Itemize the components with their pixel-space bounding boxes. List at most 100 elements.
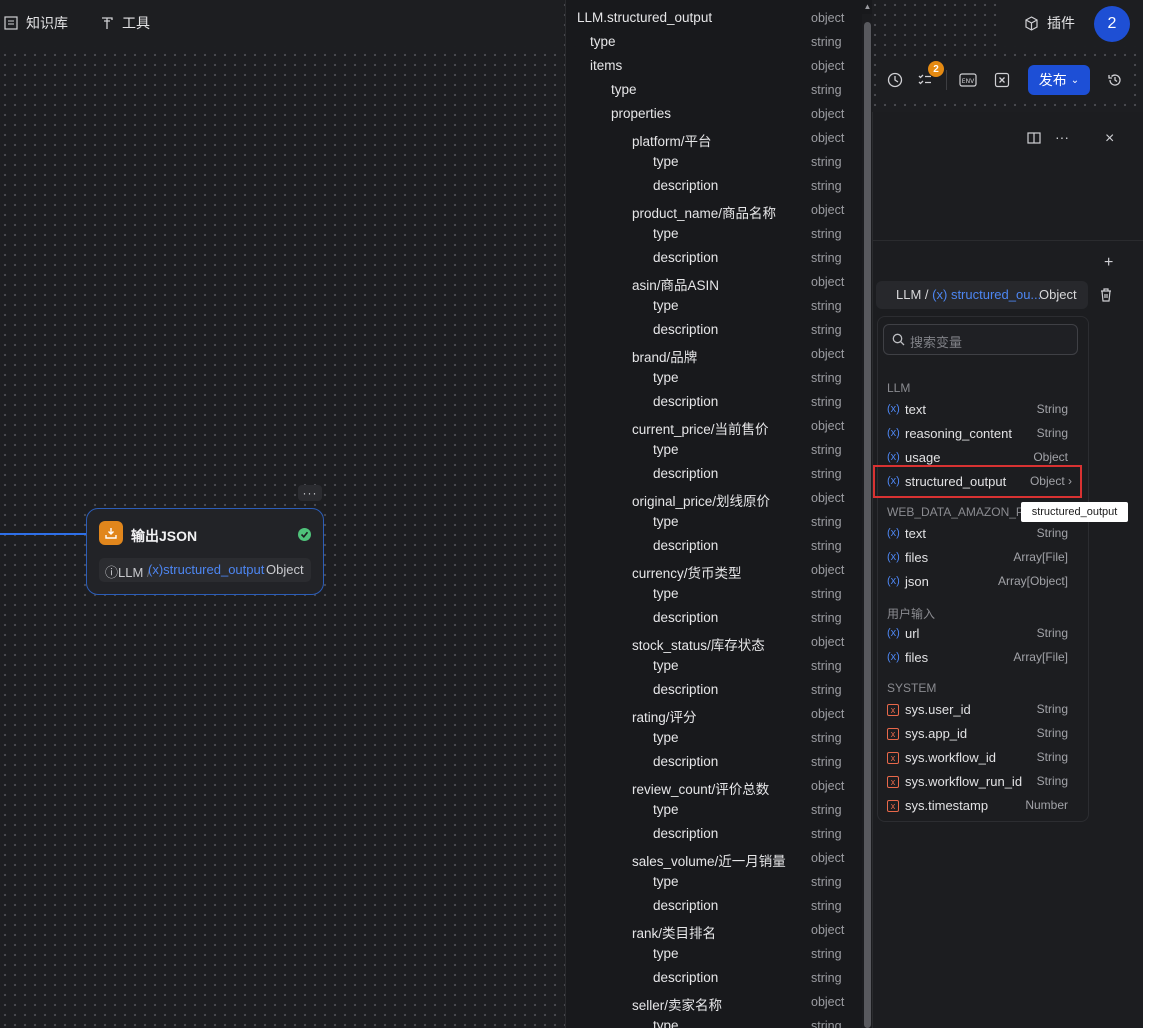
var-item[interactable]: x sys.workflow_run_id String bbox=[887, 773, 1068, 793]
tree-row-label: description bbox=[653, 970, 719, 985]
tree-row-type: string bbox=[811, 683, 842, 697]
var-item[interactable]: x sys.workflow_id String bbox=[887, 749, 1068, 769]
tree-row-type: string bbox=[811, 299, 842, 313]
variable-icon: (x) bbox=[887, 427, 900, 439]
system-variable-icon: x bbox=[887, 752, 899, 764]
variable-icon: (x) bbox=[887, 651, 900, 663]
var-item[interactable]: (x) url String bbox=[887, 625, 1068, 645]
more-icon[interactable]: ··· bbox=[1055, 129, 1069, 145]
tree-row-label: description bbox=[653, 898, 719, 913]
tree-row-label: description bbox=[653, 538, 719, 553]
var-name: structured_ou... bbox=[950, 287, 1042, 302]
tree-row-type: string bbox=[811, 179, 842, 193]
tree-row-type: string bbox=[811, 35, 842, 49]
tree-row-type: object bbox=[811, 107, 845, 121]
add-icon[interactable]: + bbox=[1104, 254, 1113, 272]
search-icon bbox=[892, 333, 905, 346]
tree-row-label: type bbox=[653, 226, 679, 241]
tree-row-label: rank/类目排名 bbox=[632, 926, 717, 941]
tree-row-label: type bbox=[611, 82, 637, 97]
group-title-system: SYSTEM bbox=[887, 681, 937, 695]
node-more-button[interactable]: ··· bbox=[298, 485, 322, 501]
tree-row-type: string bbox=[811, 899, 842, 913]
tree-row-label: product_name/商品名称 bbox=[632, 206, 777, 221]
tools-icon bbox=[102, 17, 113, 29]
tree-row-label: type bbox=[653, 514, 679, 529]
plugins-button[interactable]: 插件 bbox=[1024, 13, 1075, 33]
tooltip: structured_output bbox=[1021, 502, 1128, 522]
tree-row-type: object bbox=[811, 419, 845, 433]
node-output-variable[interactable]: ⓘLLM / (x)structured_output Object bbox=[99, 558, 311, 582]
var-item[interactable]: (x) text String bbox=[887, 525, 1068, 545]
node-var-source: ⓘLLM / bbox=[105, 565, 151, 580]
tree-row-label: platform/平台 bbox=[632, 134, 712, 149]
var-type: Object bbox=[1039, 287, 1077, 302]
group-title-web-data: WEB_DATA_AMAZON_P bbox=[887, 505, 1024, 519]
tree-row-type: string bbox=[811, 467, 842, 481]
system-variable-icon: x bbox=[887, 800, 899, 812]
tree-row-type: object bbox=[811, 131, 845, 145]
system-variable-icon: x bbox=[887, 776, 899, 788]
tree-row-label: seller/卖家名称 bbox=[632, 998, 723, 1013]
node-var-name: (x)structured_output bbox=[148, 562, 265, 577]
tree-row-label: type bbox=[653, 370, 679, 385]
tree-row-type: string bbox=[811, 587, 842, 601]
plugins-label: 插件 bbox=[1047, 15, 1075, 31]
nav-knowledge[interactable]: 知识库 bbox=[4, 13, 68, 33]
variable-icon: (x) bbox=[887, 627, 900, 639]
var-item[interactable]: x sys.app_id String bbox=[887, 725, 1068, 745]
tree-row-type: string bbox=[811, 83, 842, 97]
publish-button[interactable]: 发布 ⌄ bbox=[1028, 65, 1090, 95]
tree-row-type: string bbox=[811, 227, 842, 241]
tree-row-label: rating/评分 bbox=[632, 710, 697, 725]
tree-row-label: description bbox=[653, 466, 719, 481]
connection-edge[interactable] bbox=[0, 533, 88, 535]
tree-row-label: type bbox=[653, 1018, 679, 1028]
search-input[interactable]: 搜索变量 bbox=[883, 324, 1078, 355]
tree-row-type: object bbox=[811, 779, 845, 793]
env-icon[interactable]: ENV bbox=[958, 70, 978, 90]
system-variable-icon: x bbox=[887, 704, 899, 716]
var-item[interactable]: (x) reasoning_content String bbox=[887, 425, 1068, 445]
var-item[interactable]: x sys.timestamp Number bbox=[887, 797, 1068, 817]
tree-row-label: original_price/划线原价 bbox=[632, 494, 771, 509]
tree-row-label: sales_volume/近一月销量 bbox=[632, 854, 786, 869]
tree-row-type: object bbox=[811, 491, 845, 505]
var-item[interactable]: (x) json Array[Object] bbox=[887, 573, 1068, 593]
tree-row-type: string bbox=[811, 875, 842, 889]
scrollbar-thumb[interactable] bbox=[864, 22, 871, 1028]
tree-row-type: object bbox=[811, 923, 845, 937]
tree-row-type: object bbox=[811, 347, 845, 361]
nav-tools[interactable]: 工具 bbox=[100, 13, 150, 33]
scroll-up-arrow[interactable]: ▲ bbox=[863, 2, 872, 12]
version-history-icon[interactable] bbox=[1105, 70, 1125, 90]
var-item[interactable]: (x) text String bbox=[887, 401, 1068, 421]
close-icon[interactable]: × bbox=[1105, 130, 1114, 148]
tree-row-label: description bbox=[653, 394, 719, 409]
tree-row-label: type bbox=[653, 946, 679, 961]
tree-row-label: description bbox=[653, 754, 719, 769]
tree-row-type: string bbox=[811, 755, 842, 769]
cube-icon bbox=[1025, 15, 1038, 31]
search-placeholder: 搜索变量 bbox=[910, 335, 963, 350]
tree-row-label: properties bbox=[611, 106, 672, 121]
tree-row-type: string bbox=[811, 1019, 842, 1028]
tree-row-label: current_price/当前售价 bbox=[632, 422, 769, 437]
variable-icon[interactable] bbox=[992, 70, 1012, 90]
nav-knowledge-label: 知识库 bbox=[26, 15, 68, 31]
tree-row-label: type bbox=[653, 298, 679, 313]
trash-icon[interactable] bbox=[1099, 287, 1113, 307]
var-item[interactable]: x sys.user_id String bbox=[887, 701, 1068, 721]
var-item[interactable]: (x) files Array[File] bbox=[887, 649, 1068, 669]
split-view-icon[interactable] bbox=[1027, 131, 1041, 148]
var-item[interactable]: (x) files Array[File] bbox=[887, 549, 1068, 569]
workflow-canvas[interactable]: 知识库 工具 插件 2 2 ENV 发布 ⌄ ··· × + LLM / (x)… bbox=[0, 0, 1143, 1028]
tree-row-label: type bbox=[653, 586, 679, 601]
top-nav: 知识库 工具 bbox=[0, 0, 560, 46]
user-avatar[interactable]: 2 bbox=[1094, 6, 1130, 42]
tree-row-type: string bbox=[811, 155, 842, 169]
run-history-icon[interactable] bbox=[885, 70, 905, 90]
tree-row-type: string bbox=[811, 971, 842, 985]
tree-row-label: items bbox=[590, 58, 623, 73]
tree-row-type: string bbox=[811, 659, 842, 673]
